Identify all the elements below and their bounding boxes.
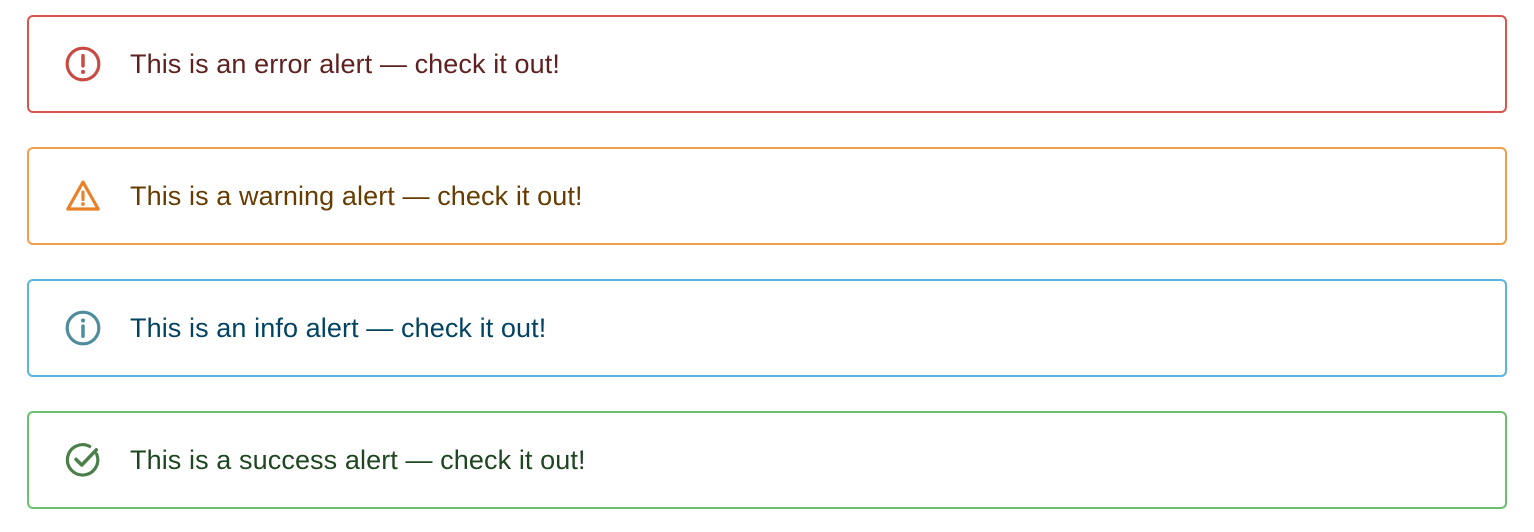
alert-message: This is a success alert — check it out! [130,445,586,475]
success-alert: This is a success alert — check it out! [27,411,1507,509]
warning-triangle-icon [64,177,102,215]
error-alert: This is an error alert — check it out! [27,15,1507,113]
alert-message: This is an info alert — check it out! [130,313,547,343]
warning-alert: This is a warning alert — check it out! [27,147,1507,245]
alert-message: This is an error alert — check it out! [130,49,560,79]
info-outline-icon [64,309,102,347]
error-outline-icon [64,45,102,83]
check-circle-outline-icon [64,441,102,479]
alert-message: This is a warning alert — check it out! [130,181,583,211]
alert-list: This is an error alert — check it out! T… [0,0,1534,532]
info-alert: This is an info alert — check it out! [27,279,1507,377]
